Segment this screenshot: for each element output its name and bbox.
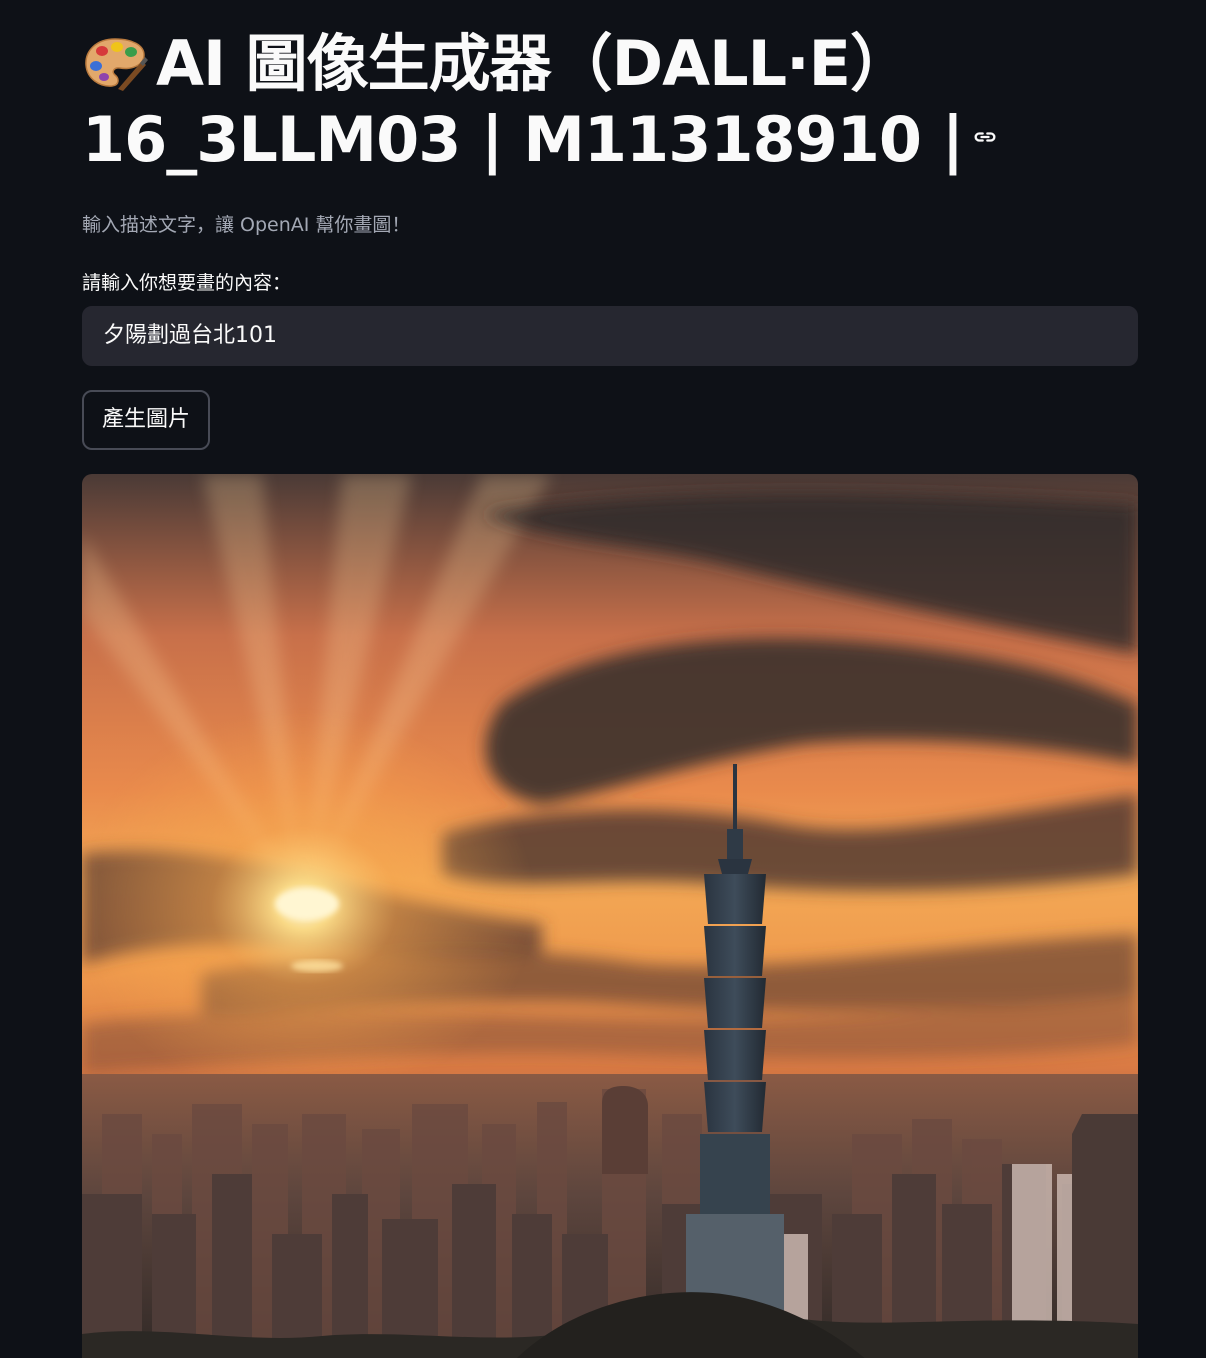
title-text-line-2: 16_3LLM03 | M11318910 | (82, 103, 964, 176)
generated-image (82, 474, 1138, 1358)
title-text-line-1: AI 圖像生成器（DALL·E） (156, 27, 912, 100)
title-line-1: AI 圖像生成器（DALL·E） (82, 26, 1138, 102)
generated-image-canvas (82, 474, 1138, 1358)
prompt-label: 請輸入你想要畫的內容： (82, 272, 292, 294)
generate-image-button[interactable]: 產生圖片 (82, 390, 211, 450)
page-title: AI 圖像生成器（DALL·E） 16_3LLM03 | M11318910 | (82, 26, 1138, 178)
link-icon[interactable] (971, 123, 999, 151)
app-page: AI 圖像生成器（DALL·E） 16_3LLM03 | M11318910 |… (0, 0, 1206, 1358)
title-line-2: 16_3LLM03 | M11318910 | (82, 102, 1138, 178)
main-content: AI 圖像生成器（DALL·E） 16_3LLM03 | M11318910 |… (82, 26, 1138, 1358)
caption-text: 輸入描述文字，讓 OpenAI 幫你畫圖！ (82, 214, 411, 236)
prompt-input[interactable]: 夕陽劃過台北101 (82, 306, 1138, 366)
artist-palette-icon (85, 38, 148, 91)
